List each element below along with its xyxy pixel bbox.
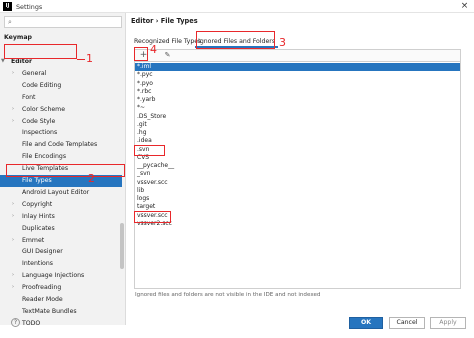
list-item[interactable]: __pycache__ bbox=[135, 162, 460, 170]
sidebar-item-file-and-code-templates[interactable]: File and Code Templates bbox=[0, 139, 122, 151]
sidebar-item-label: Proofreading bbox=[22, 284, 62, 292]
annotation-number-4: 4 bbox=[150, 43, 157, 56]
sidebar-item-label: File Encodings bbox=[22, 153, 67, 161]
sidebar-item-label: Inlay Hints bbox=[22, 212, 55, 220]
chevron-right-icon[interactable]: › bbox=[12, 282, 14, 294]
edit-pattern-button[interactable]: ✎ bbox=[162, 50, 173, 61]
annotation-line-1 bbox=[77, 59, 85, 61]
list-item[interactable]: .DS_Store bbox=[135, 113, 460, 121]
annotation-number-3: 3 bbox=[279, 36, 286, 49]
sidebar-item-code-style[interactable]: › Code Style bbox=[0, 116, 122, 128]
chevron-right-icon[interactable]: › bbox=[12, 211, 14, 223]
sidebar-item-reader-mode[interactable]: Reader Mode bbox=[0, 294, 122, 306]
chevron-right-icon[interactable]: › bbox=[12, 199, 14, 211]
apply-button[interactable]: Apply bbox=[430, 317, 466, 329]
sidebar-scrollbar[interactable] bbox=[120, 223, 124, 269]
list-item[interactable]: *.rbc bbox=[135, 88, 460, 96]
list-item[interactable]: target bbox=[135, 203, 460, 211]
annotation-box-add-button bbox=[134, 47, 148, 61]
annotation-box-idea bbox=[134, 145, 165, 156]
sidebar-item-label: Language Injections bbox=[22, 272, 85, 280]
sidebar-item-label: Android Layout Editor bbox=[22, 188, 90, 196]
chevron-right-icon[interactable]: › bbox=[12, 68, 14, 80]
sidebar-item-keymap[interactable]: Keymap bbox=[0, 32, 122, 44]
window-title: Settings bbox=[16, 3, 43, 11]
sidebar-item-label: Code Style bbox=[22, 117, 56, 125]
annotation-box-ignored-tab bbox=[196, 31, 275, 49]
sidebar-item-textmate-bundles[interactable]: TextMate Bundles bbox=[0, 306, 122, 318]
ignored-note: Ignored files and folders are not visibl… bbox=[135, 292, 321, 298]
sidebar-item-inlay-hints[interactable]: › Inlay Hints bbox=[0, 211, 122, 223]
list-item[interactable]: vssver.scc bbox=[135, 179, 460, 187]
list-item[interactable]: _svn bbox=[135, 170, 460, 178]
sidebar-item-inspections[interactable]: Inspections bbox=[0, 127, 122, 139]
sidebar-item-label: TextMate Bundles bbox=[22, 307, 77, 315]
title-bar: IJ Settings × bbox=[0, 0, 474, 13]
list-item[interactable]: logs bbox=[135, 195, 460, 203]
list-item[interactable]: *.iml bbox=[135, 63, 460, 72]
sidebar-item-android-layout-editor[interactable]: Android Layout Editor bbox=[0, 187, 122, 199]
sidebar-item-copyright[interactable]: › Copyright bbox=[0, 199, 122, 211]
ignored-patterns-list[interactable]: *.iml *.pyc *.pyo *.rbc *.yarb *~ .DS_Store .gi… bbox=[134, 61, 461, 289]
chevron-right-icon[interactable]: › bbox=[12, 116, 14, 128]
list-toolbar: + ✎ bbox=[134, 49, 461, 61]
sidebar-item-label: Intentions bbox=[22, 260, 53, 268]
annotation-box-editor bbox=[4, 44, 77, 59]
sidebar-item-label: Font bbox=[22, 93, 36, 101]
list-item[interactable]: .svn bbox=[135, 146, 460, 154]
sidebar-item-label: Code Editing bbox=[22, 81, 62, 89]
sidebar-item-label: General bbox=[22, 69, 47, 77]
list-item[interactable]: *.pyo bbox=[135, 80, 460, 88]
list-item[interactable]: .git bbox=[135, 121, 460, 129]
help-button[interactable]: ? bbox=[11, 318, 20, 327]
list-item[interactable]: .idea bbox=[135, 137, 460, 145]
list-item[interactable]: vssver.scc bbox=[135, 212, 460, 220]
list-item[interactable]: vssver2.scc bbox=[135, 220, 460, 228]
annotation-number-1: 1 bbox=[86, 52, 93, 65]
close-icon[interactable]: × bbox=[459, 1, 470, 12]
list-item[interactable]: *~ bbox=[135, 104, 460, 112]
annotation-box-file-types bbox=[6, 164, 125, 177]
sidebar-item-font[interactable]: Font bbox=[0, 92, 122, 104]
sidebar-item-language-injections[interactable]: › Language Injections bbox=[0, 270, 122, 282]
ok-button[interactable]: OK bbox=[349, 317, 383, 329]
settings-search-input[interactable]: ⌕ bbox=[4, 16, 122, 28]
sidebar-item-label: Reader Mode bbox=[22, 296, 63, 303]
search-icon: ⌕ bbox=[8, 18, 12, 26]
sidebar-item-proofreading[interactable]: › Proofreading bbox=[0, 282, 122, 294]
annotation-box-target bbox=[134, 211, 171, 223]
list-item[interactable]: .hg bbox=[135, 129, 460, 137]
chevron-right-icon[interactable]: › bbox=[12, 235, 14, 247]
cancel-button[interactable]: Cancel bbox=[389, 317, 425, 329]
sidebar-item-emmet[interactable]: › Emmet bbox=[0, 235, 122, 247]
sidebar-item-label: Emmet bbox=[22, 236, 45, 244]
sidebar-item-code-editing[interactable]: Code Editing bbox=[0, 80, 122, 92]
list-item[interactable]: *.pyc bbox=[135, 71, 460, 79]
chevron-right-icon[interactable]: › bbox=[12, 104, 14, 116]
chevron-right-icon[interactable]: › bbox=[12, 270, 14, 282]
sidebar-item-label: File and Code Templates bbox=[22, 141, 98, 149]
sidebar-item-duplicates[interactable]: Duplicates bbox=[0, 223, 122, 235]
annotation-number-2: 2 bbox=[88, 172, 95, 185]
sidebar-item-label: Duplicates bbox=[22, 224, 55, 232]
sidebar-item-label: Color Scheme bbox=[22, 105, 66, 113]
sidebar-item-label: TODO bbox=[22, 319, 41, 325]
sidebar-item-color-scheme[interactable]: › Color Scheme bbox=[0, 104, 122, 116]
sidebar-item-general[interactable]: › General bbox=[0, 68, 122, 80]
sidebar-item-label: Copyright bbox=[22, 200, 53, 208]
list-item[interactable]: CVS bbox=[135, 154, 460, 162]
sidebar-item-intentions[interactable]: Intentions bbox=[0, 258, 122, 270]
app-logo-icon: IJ bbox=[3, 2, 12, 11]
breadcrumb: Editor › File Types bbox=[131, 17, 198, 25]
sidebar-item-gui-designer[interactable]: GUI Designer bbox=[0, 246, 122, 258]
sidebar-item-label: Inspections bbox=[22, 129, 58, 137]
sidebar-item-file-encodings[interactable]: File Encodings bbox=[0, 151, 122, 163]
list-item[interactable]: *.yarb bbox=[135, 96, 460, 104]
sidebar-item-label: GUI Designer bbox=[22, 248, 63, 256]
list-item[interactable]: lib bbox=[135, 187, 460, 195]
